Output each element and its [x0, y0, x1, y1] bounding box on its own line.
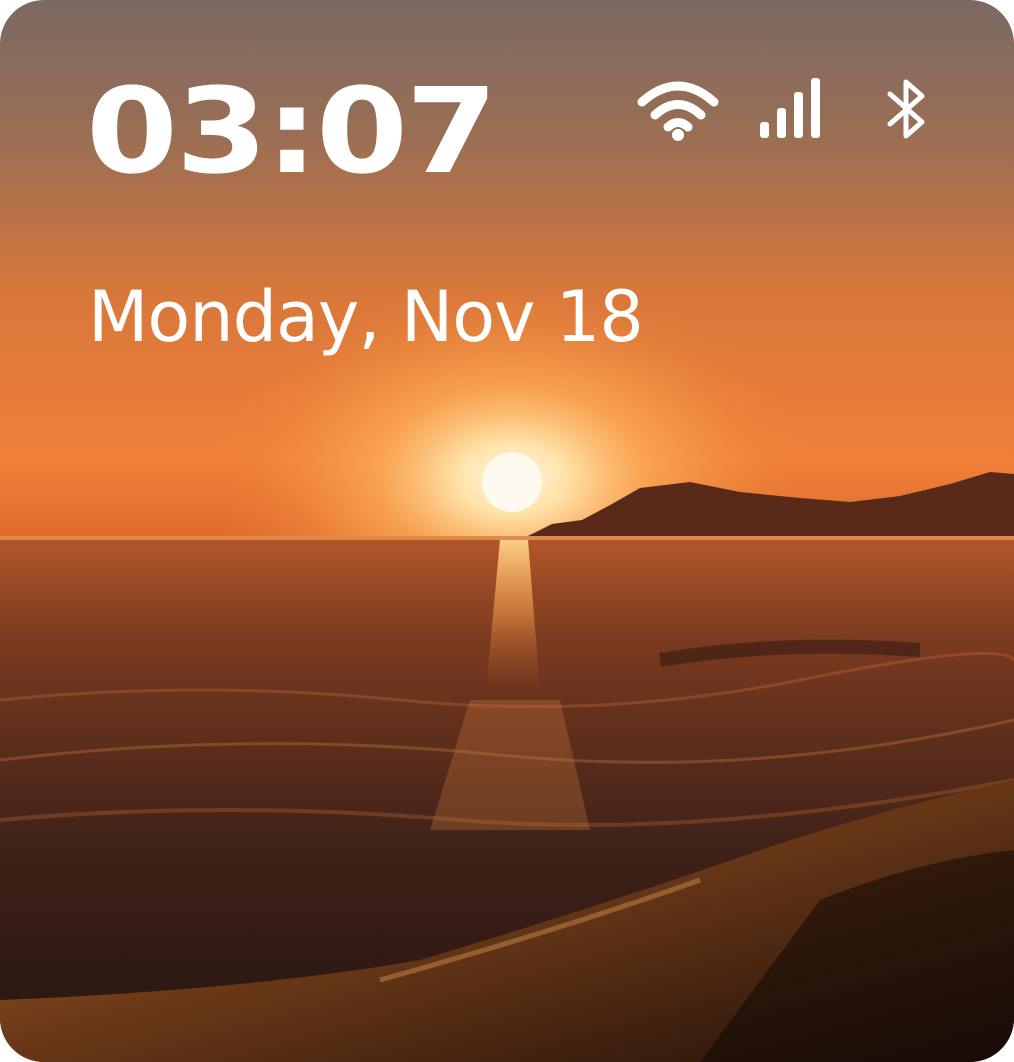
lock-screen: 03:07 Monday, Nov 18: [0, 0, 1014, 1062]
lockscreen-date: Monday, Nov 18: [88, 276, 644, 358]
bluetooth-icon: [884, 76, 930, 142]
cellular-signal-icon: [756, 76, 828, 142]
wifi-icon: [636, 76, 720, 142]
lockscreen-time: 03:07: [86, 62, 498, 200]
